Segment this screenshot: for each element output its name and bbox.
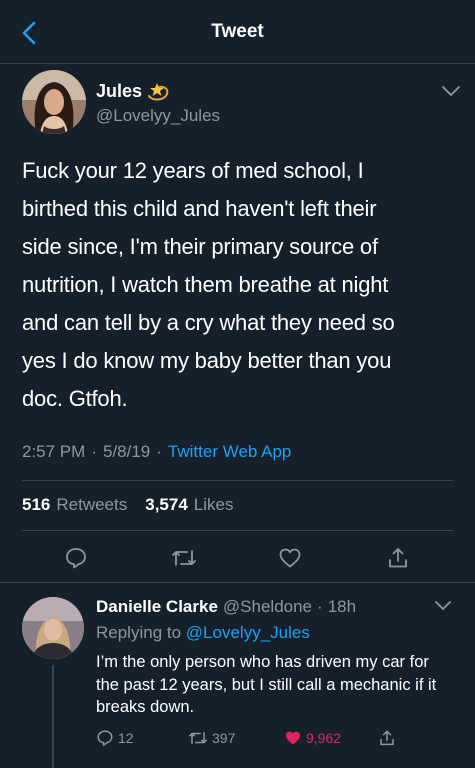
tweet-date: 5/8/19: [102, 442, 151, 461]
reply-like-button[interactable]: 9,962: [284, 729, 341, 747]
reply-tweet[interactable]: Danielle Clarke @Sheldone · 18h Replying…: [0, 582, 475, 768]
share-button[interactable]: [380, 540, 416, 576]
share-icon: [389, 548, 407, 568]
avatar[interactable]: [22, 597, 84, 659]
replying-to-mention[interactable]: @Lovelyy_Jules: [186, 623, 310, 642]
likes-label[interactable]: Likes: [194, 495, 234, 515]
meta-separator: ·: [91, 442, 97, 461]
tweet-stats: 516 Retweets 3,574 Likes: [22, 495, 233, 515]
reply-time: 18h: [327, 597, 357, 616]
author-name[interactable]: Jules: [96, 81, 170, 102]
thread-line: [52, 665, 54, 768]
heart-filled-icon: [285, 731, 301, 745]
tweet-author: Jules @Lovelyy_Jules: [22, 70, 462, 136]
reply-likes-count: 9,962: [306, 730, 342, 746]
meta-separator: ·: [317, 597, 323, 616]
tweet-source-link[interactable]: Twitter Web App: [168, 442, 291, 462]
reply-icon: [97, 730, 113, 746]
tweet-action-bar: [0, 540, 475, 576]
tweet-metadata: 2:57 PM · 5/8/19 · Twitter Web App: [22, 442, 291, 462]
chevron-down-icon[interactable]: [440, 84, 462, 98]
heart-icon: [279, 548, 301, 568]
tweet-text: Fuck your 12 years of med school, I birt…: [22, 158, 395, 411]
tweet-time: 2:57 PM: [22, 442, 86, 461]
retweets-label[interactable]: Retweets: [56, 495, 127, 515]
reply-action-bar: 12 397 9,962: [96, 729, 456, 751]
reply-share-button[interactable]: [378, 729, 396, 747]
reply-button[interactable]: [58, 540, 94, 576]
like-button[interactable]: [272, 540, 308, 576]
retweet-button[interactable]: [166, 540, 202, 576]
retweet-icon: [189, 732, 207, 744]
likes-count[interactable]: 3,574: [145, 495, 188, 515]
retweets-count[interactable]: 516: [22, 495, 50, 515]
reply-retweets-count: 397: [212, 730, 236, 746]
reply-text: I’m the only person who has driven my ca…: [96, 653, 437, 716]
reply-icon: [66, 548, 86, 569]
divider: [22, 530, 453, 531]
avatar[interactable]: [22, 70, 86, 134]
reply-author-name[interactable]: Danielle Clarke: [96, 597, 218, 617]
meta-separator: ·: [156, 442, 162, 461]
reply-reply-button[interactable]: 12: [96, 729, 134, 747]
divider: [22, 480, 453, 481]
share-icon: [380, 730, 394, 746]
reply-author-handle[interactable]: @Sheldone: [223, 597, 312, 617]
reply-header: Danielle Clarke @Sheldone · 18h: [96, 597, 356, 617]
reply-replies-count: 12: [118, 730, 134, 746]
nav-bar: Tweet: [0, 0, 475, 64]
retweet-icon: [172, 550, 196, 566]
reply-retweet-button[interactable]: 397: [188, 729, 235, 747]
author-handle[interactable]: @Lovelyy_Jules: [96, 106, 220, 126]
chevron-down-icon[interactable]: [433, 599, 453, 613]
dizzy-star-icon: [148, 82, 169, 100]
replying-to: Replying to @Lovelyy_Jules: [96, 623, 310, 642]
page-title: Tweet: [211, 21, 264, 42]
